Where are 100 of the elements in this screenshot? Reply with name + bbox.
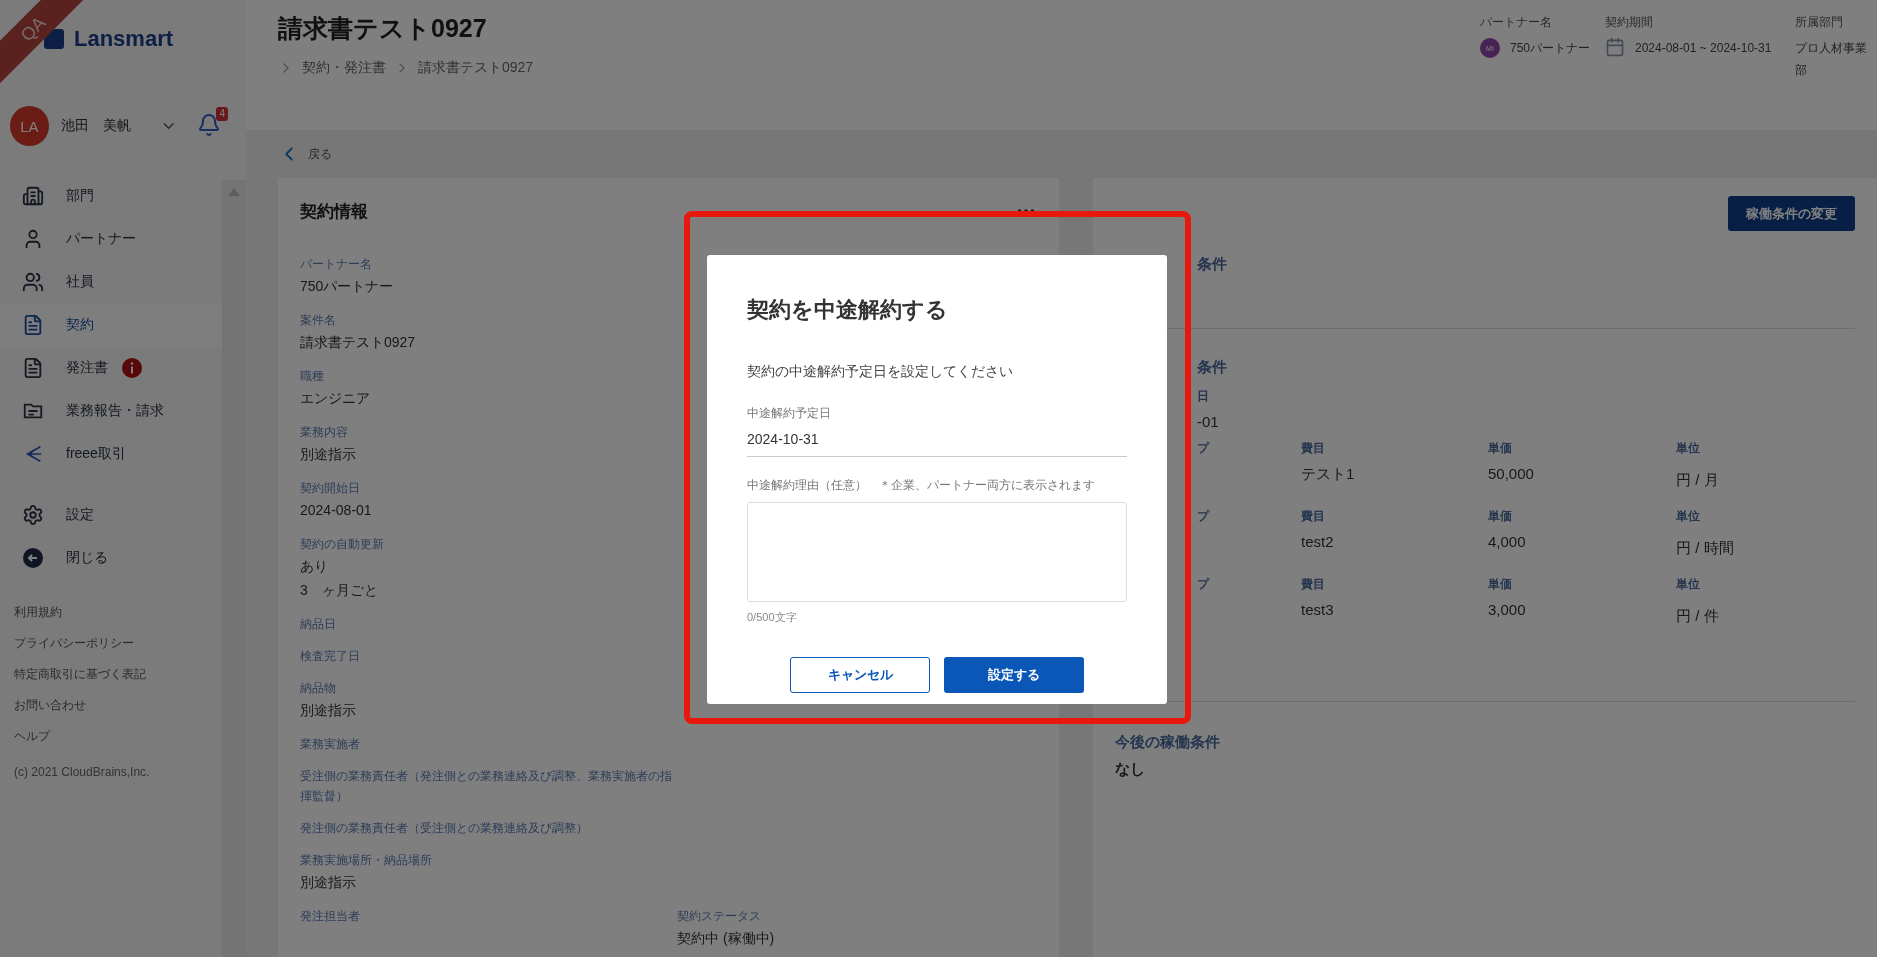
footer-link[interactable]: プライバシーポリシー [0, 628, 222, 659]
cost-label: 費目 [1301, 576, 1326, 593]
cost-item: テスト1 [1301, 464, 1356, 484]
footer-link[interactable]: 特定商取引に基づく表記 [0, 659, 222, 690]
cost-unit: 円 / 件 [1676, 606, 1720, 626]
field-label: 契約開始日 [300, 480, 361, 497]
footer-link[interactable]: ヘルプ [0, 721, 222, 752]
meta-label: パートナー名 [1480, 14, 1553, 31]
dialog-title: 契約を中途解約する [747, 296, 949, 324]
field-label: 業務実施場所・納品場所 [300, 852, 433, 869]
field-note: ＊企業、パートナー両方に表示されます [879, 477, 1095, 494]
field-value: 750パートナー [300, 277, 395, 296]
breadcrumb-link[interactable]: 契約・発注書 [302, 59, 386, 77]
cost-label: 単位 [1676, 508, 1701, 525]
field-value: 契約中 (稼働中) [677, 929, 776, 948]
cost-label: 費目 [1301, 440, 1326, 457]
user-name: 池田 美帆 [60, 117, 132, 135]
field-label: 納品物 [300, 680, 337, 697]
field-value: あり [300, 557, 329, 576]
cost-label: プ [1197, 576, 1211, 593]
character-counter: 0/500文字 [747, 610, 798, 625]
cost-unit: 円 / 月 [1676, 470, 1720, 490]
field-label: 案件名 [300, 312, 337, 329]
notification-count: 4 [216, 107, 228, 121]
cost-price: 3,000 [1488, 600, 1527, 620]
meta-value: 750パートナー [1510, 40, 1592, 57]
meta-label: 所属部門 [1795, 14, 1844, 31]
field-label: 中途解約予定日 [747, 405, 832, 422]
field-label: パートナー名 [300, 256, 373, 273]
field-label: 検査完了日 [300, 648, 361, 665]
back-link[interactable]: 戻る [278, 130, 1877, 178]
section-heading: 条件 [1197, 254, 1228, 274]
cost-label: 費目 [1301, 508, 1326, 525]
section-heading: 条件 [1197, 357, 1228, 377]
cost-label: プ [1197, 440, 1211, 457]
breadcrumb-link[interactable]: 請求書テスト0927 [418, 59, 534, 77]
card-title: 契約情報 [300, 200, 368, 223]
cost-label: 単位 [1676, 440, 1701, 457]
field-label: 契約ステータス [677, 908, 762, 925]
meta-value: 2024-08-01 ~ 2024-10-31 [1635, 40, 1773, 57]
nav-item[interactable]: 社員 [0, 260, 222, 303]
document-icon [22, 313, 44, 336]
reason-field[interactable] [747, 502, 1127, 602]
document-icon [22, 356, 44, 379]
user-avatar[interactable]: LA [10, 106, 49, 146]
field-value: 3 ヶ月ごと [300, 581, 379, 600]
cost-label: 単価 [1488, 576, 1513, 593]
cost-item: test2 [1301, 532, 1335, 552]
calendar-icon [1605, 37, 1625, 57]
field-value: 別途指示 [300, 445, 357, 464]
settings-icon [22, 503, 44, 526]
meta-label: 契約期間 [1605, 14, 1654, 31]
field-label: 職種 [300, 368, 325, 385]
cost-unit: 円 / 時間 [1676, 538, 1735, 558]
footer-link[interactable]: 利用規約 [0, 597, 222, 628]
field-label: 納品日 [300, 616, 337, 633]
field-value: 別途指示 [300, 873, 357, 892]
cost-price: 50,000 [1488, 464, 1535, 484]
logo-text: Lansmart [74, 26, 174, 52]
field-label: 中途解約理由（任意） [747, 477, 867, 494]
nav-item[interactable]: freee取引 [0, 432, 222, 475]
field-value: 別途指示 [300, 701, 357, 720]
cost-price: 4,000 [1488, 532, 1527, 552]
nav-item[interactable]: 閉じる [0, 536, 222, 579]
section-heading: 今後の稼働条件 [1115, 732, 1221, 752]
field-label: 業務内容 [300, 424, 349, 441]
field-label: 業務実施者 [300, 736, 361, 753]
nav-item[interactable]: 部門 [0, 174, 222, 217]
field-value: なし [1115, 759, 1146, 779]
field-label: 日 [1197, 388, 1210, 405]
ribbon-text: QA [16, 12, 50, 46]
cost-label: 単価 [1488, 440, 1513, 457]
field-value: エンジニア [300, 389, 371, 408]
field-value: -01 [1197, 412, 1220, 432]
field-label: 契約の自動更新 [300, 536, 385, 553]
field-label: 発注側の業務責任者（受注側との業務連絡及び調整） [300, 820, 589, 837]
building-icon [22, 184, 44, 207]
date-field[interactable]: 2024-10-31 [747, 422, 1127, 457]
meta-value: プロ人材事業部 [1795, 40, 1868, 79]
dialog-message: 契約の中途解約予定日を設定してください [747, 363, 1014, 381]
nav-item[interactable]: 発注書 [0, 346, 222, 389]
people-icon [22, 270, 44, 293]
cost-label: 単位 [1676, 576, 1701, 593]
cost-item: test3 [1301, 600, 1335, 620]
cost-label: 単価 [1488, 508, 1513, 525]
field-value: 2024-08-01 [300, 501, 373, 520]
copyright: (c) 2021 CloudBrains,Inc. [13, 764, 151, 781]
field-label: 受注側の業務責任者（発注側との業務連絡及び調整、業務実施者の指揮監督） [300, 768, 673, 805]
nav-item[interactable]: 設定 [0, 493, 222, 536]
cancel-button[interactable]: キャンセル [790, 657, 930, 693]
nav-item[interactable]: パートナー [0, 217, 222, 260]
page-title: 請求書テスト0927 [278, 13, 488, 44]
change-conditions-button[interactable]: 稼働条件の変更 [1728, 196, 1855, 231]
cost-label: プ [1197, 508, 1211, 525]
field-value: 請求書テスト0927 [300, 333, 417, 352]
field-label: 発注担当者 [300, 908, 361, 925]
nav-item[interactable]: 業務報告・請求 [0, 389, 222, 432]
confirm-button[interactable]: 設定する [944, 657, 1084, 693]
notification-bell-icon[interactable] [196, 113, 221, 137]
footer-link[interactable]: お問い合わせ [0, 690, 222, 721]
